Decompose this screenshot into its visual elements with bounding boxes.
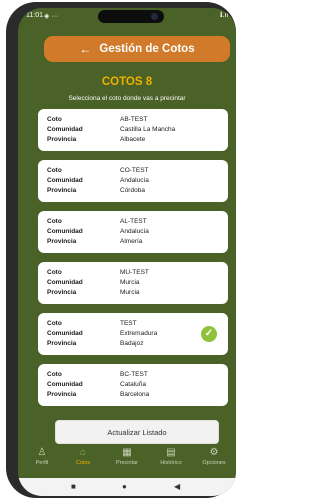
comunidad-label: Comunidad — [47, 177, 83, 184]
coto-card[interactable]: Coto AB-TEST Comunidad Castilla La Mancha … — [38, 109, 228, 151]
provincia-value: Barcelona — [120, 391, 150, 398]
qr-code-icon: ▦ — [122, 447, 132, 458]
nav-label: Perfil — [35, 460, 49, 466]
status-signal-icons: ℹ.ıl — [219, 12, 228, 19]
camera-icon — [151, 13, 158, 20]
back-triangle-icon[interactable]: ◀ — [174, 482, 180, 491]
comunidad-label: Comunidad — [47, 381, 83, 388]
gear-icon: ⚙ — [209, 447, 219, 458]
provincia-value: Albacete — [120, 136, 146, 143]
comunidad-value: Cataluña — [120, 381, 147, 388]
camera-notch — [98, 10, 164, 23]
comunidad-value: Andalucía — [120, 228, 149, 235]
page-subtitle: Selecciona el coto donde vas a precintar — [68, 95, 186, 102]
provincia-label: Provincia — [47, 136, 77, 143]
nav-item-perfil[interactable]: ♙ Perfil — [22, 446, 62, 474]
coto-value: TEST — [120, 320, 137, 327]
provincia-label: Provincia — [47, 187, 77, 194]
nav-label: Cotos — [75, 460, 91, 466]
comunidad-value: Andalucía — [120, 177, 149, 184]
history-icon: ▤ — [166, 447, 176, 458]
arrow-left-icon[interactable]: ← — [79, 42, 91, 56]
coto-card[interactable]: Coto CO-TEST Comunidad Andalucía Provincia… — [38, 160, 228, 202]
status-notification-icons: ◈ ··· — [44, 13, 59, 20]
status-bar: 11:01 ◈ ··· ℹ.ıl — [18, 8, 236, 24]
comunidad-label: Comunidad — [47, 279, 83, 286]
header-title: Gestión de Cotos — [99, 43, 195, 55]
status-time: 11:01 — [26, 12, 43, 19]
nav-item-historico[interactable]: ▤ Histórico — [151, 446, 191, 474]
nav-label: Precintar — [115, 460, 138, 466]
refresh-list-button[interactable]: Actualizar Listado — [55, 420, 219, 444]
phone-frame: 11:01 ◈ ··· ℹ.ıl ← Gestión de Cotos COTO… — [6, 2, 236, 498]
provincia-value: Murcia — [120, 289, 140, 296]
coto-label: Coto — [47, 269, 62, 276]
home-icon: ⌂ — [79, 447, 87, 458]
coto-card[interactable]: Coto AL-TEST Comunidad Andalucía Provincia… — [38, 211, 228, 253]
comunidad-value: Murcia — [120, 279, 140, 286]
bottom-nav: ♙ Perfil ⌂ Cotos ▦ Precintar ▤ Histórico… — [18, 444, 236, 474]
recent-apps-icon[interactable]: ■ — [71, 482, 76, 491]
coto-label: Coto — [47, 320, 62, 327]
coto-card-selected[interactable]: Coto TEST Comunidad Extremadura Provincia B… — [38, 313, 228, 355]
nav-item-precintar[interactable]: ▦ Precintar — [107, 446, 147, 474]
nav-item-opciones[interactable]: ⚙ Opciones — [194, 446, 234, 474]
coto-label: Coto — [47, 371, 62, 378]
system-nav-bar: ■ ● ◀ — [18, 478, 236, 496]
provincia-label: Provincia — [47, 391, 77, 398]
provincia-label: Provincia — [47, 340, 77, 347]
coto-label: Coto — [47, 218, 62, 225]
page-title: COTOS 8 — [101, 76, 153, 88]
comunidad-label: Comunidad — [47, 126, 83, 133]
coto-value: BC-TEST — [120, 371, 148, 378]
provincia-label: Provincia — [47, 289, 77, 296]
check-icon: ✓ — [201, 326, 217, 342]
coto-card[interactable]: Coto MU-TEST Comunidad Murcia Provincia Mur… — [38, 262, 228, 304]
person-icon: ♙ — [37, 447, 47, 458]
comunidad-value: Extremadura — [120, 330, 158, 337]
app-screen: 11:01 ◈ ··· ℹ.ıl ← Gestión de Cotos COTO… — [18, 8, 236, 496]
nav-item-cotos[interactable]: ⌂ Cotos — [63, 446, 103, 474]
comunidad-label: Comunidad — [47, 330, 83, 337]
coto-value: AB-TEST — [120, 116, 148, 123]
coto-card[interactable]: Coto BC-TEST Comunidad Cataluña Provincia B… — [38, 364, 228, 406]
coto-value: MU-TEST — [120, 269, 149, 276]
home-button-icon[interactable]: ● — [122, 482, 127, 491]
coto-value: AL-TEST — [120, 218, 147, 225]
provincia-value: Badajoz — [120, 340, 144, 347]
coto-value: CO-TEST — [120, 167, 149, 174]
comunidad-value: Castilla La Mancha — [120, 126, 176, 133]
provincia-value: Almería — [120, 238, 143, 245]
coto-label: Coto — [47, 167, 62, 174]
provincia-label: Provincia — [47, 238, 77, 245]
provincia-value: Córdoba — [120, 187, 145, 194]
nav-label: Histórico — [160, 460, 182, 466]
nav-label: Opciones — [202, 460, 226, 466]
comunidad-label: Comunidad — [47, 228, 83, 235]
coto-label: Coto — [47, 116, 62, 123]
header-bar: ← Gestión de Cotos — [44, 36, 230, 62]
